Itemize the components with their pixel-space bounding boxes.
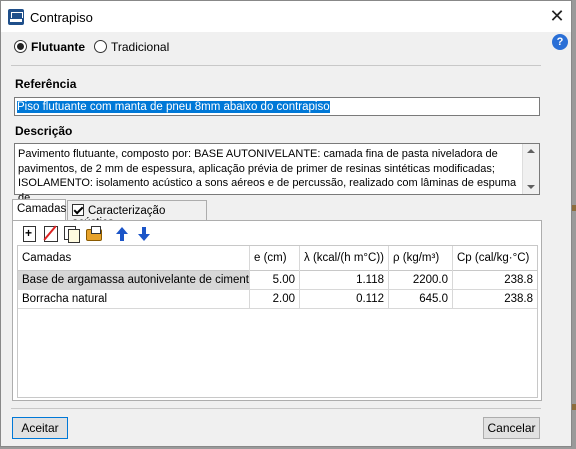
copy-layer-icon[interactable]: [63, 225, 81, 243]
tab-camadas-label: Camadas: [17, 203, 67, 215]
camadas-panel: Camadas e (cm) λ (kcal/(h m°C)) ρ (kg/m³…: [12, 220, 542, 401]
checkbox-caracterizacao-acustica[interactable]: [72, 204, 84, 216]
window-title: Contrapiso: [30, 10, 93, 25]
referencia-selected-text: Piso flutuante com manta de pneu 8mm aba…: [17, 101, 330, 113]
layers-table: Camadas e (cm) λ (kcal/(h m°C)) ρ (kg/m³…: [17, 245, 538, 398]
col-camadas[interactable]: Camadas: [18, 246, 250, 271]
descricao-label: Descrição: [15, 124, 73, 138]
help-icon[interactable]: ?: [552, 34, 568, 50]
cell-cp[interactable]: 238.8: [453, 290, 537, 309]
delete-layer-icon[interactable]: [42, 225, 60, 243]
edit-layer-icon[interactable]: [85, 225, 103, 243]
descricao-scrollbar[interactable]: [522, 144, 539, 194]
descricao-text: Pavimento flutuante, composto por: BASE …: [18, 148, 517, 204]
tab-camadas[interactable]: Camadas: [12, 199, 66, 221]
new-layer-icon[interactable]: [21, 225, 39, 243]
cell-rho[interactable]: 645.0: [389, 290, 453, 309]
aceitar-button[interactable]: Aceitar: [12, 417, 68, 439]
title-bar: Contrapiso ✕: [1, 1, 571, 32]
referencia-input[interactable]: Piso flutuante com manta de pneu 8mm aba…: [14, 97, 540, 116]
close-icon[interactable]: ✕: [547, 6, 567, 26]
move-up-icon[interactable]: [114, 225, 132, 243]
scroll-down-icon[interactable]: [527, 185, 535, 189]
cell-rho[interactable]: 2200.0: [389, 271, 453, 290]
descricao-textarea[interactable]: Pavimento flutuante, composto por: BASE …: [14, 143, 540, 204]
radio-tradicional[interactable]: [94, 40, 107, 53]
col-cp[interactable]: Cp (cal/kg·°C): [453, 246, 537, 271]
scroll-up-icon[interactable]: [527, 149, 535, 153]
col-lambda[interactable]: λ (kcal/(h m°C)): [300, 246, 389, 271]
referencia-label: Referência: [15, 77, 77, 91]
cell-camada[interactable]: Borracha natural: [18, 290, 250, 309]
cancelar-button[interactable]: Cancelar: [483, 417, 540, 439]
col-rho[interactable]: ρ (kg/m³): [389, 246, 453, 271]
background-window-edge: [572, 404, 576, 410]
app-icon: [8, 9, 24, 25]
radio-flutuante[interactable]: [14, 40, 27, 53]
contrapiso-dialog: Contrapiso ✕ Flutuante Tradicional ? Ref…: [0, 0, 572, 447]
radio-tradicional-label[interactable]: Tradicional: [111, 40, 169, 54]
move-down-icon[interactable]: [136, 225, 154, 243]
cell-espessura[interactable]: 5.00: [250, 271, 300, 290]
background-window-edge: [572, 205, 576, 211]
divider: [11, 65, 541, 66]
cell-lambda[interactable]: 0.112: [300, 290, 389, 309]
radio-flutuante-label[interactable]: Flutuante: [31, 40, 85, 54]
cell-espessura[interactable]: 2.00: [250, 290, 300, 309]
col-espessura[interactable]: e (cm): [250, 246, 300, 271]
divider: [11, 408, 541, 409]
tab-caracterizacao-acustica[interactable]: Caracterização acústica: [67, 200, 207, 229]
cell-camada[interactable]: Base de argamassa autonivelante de cimen…: [18, 271, 250, 290]
table-row[interactable]: Borracha natural 2.00 0.112 645.0 238.8: [18, 290, 537, 309]
table-header: Camadas e (cm) λ (kcal/(h m°C)) ρ (kg/m³…: [18, 246, 537, 271]
table-row[interactable]: Base de argamassa autonivelante de cimen…: [18, 271, 537, 290]
cell-cp[interactable]: 238.8: [453, 271, 537, 290]
cell-lambda[interactable]: 1.118: [300, 271, 389, 290]
